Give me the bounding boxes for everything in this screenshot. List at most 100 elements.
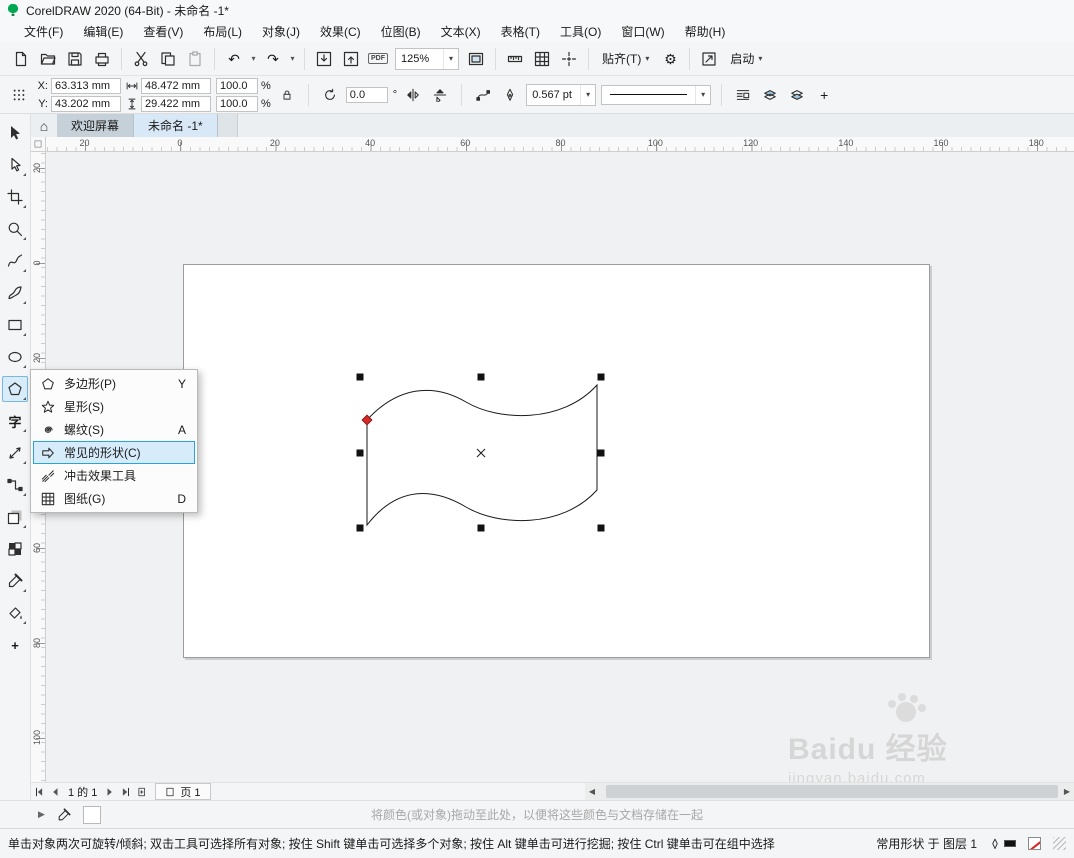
fill-none-indicator[interactable] <box>1028 837 1041 850</box>
show-guidelines-button[interactable] <box>556 46 582 72</box>
lock-ratio-button[interactable] <box>276 78 298 112</box>
artistic-media-tool[interactable] <box>2 280 28 306</box>
palette-eyedropper-icon[interactable] <box>57 807 71 822</box>
cut-button[interactable] <box>128 46 154 72</box>
object-height-field[interactable]: 29.422 mm <box>141 95 211 112</box>
freehand-tool[interactable] <box>2 248 28 274</box>
flyout-item-impact-tool[interactable]: 冲击效果工具 <box>33 464 195 487</box>
horizontal-scrollbar[interactable]: ◀ ▶ <box>585 783 1074 800</box>
import-button[interactable] <box>311 46 337 72</box>
scrollbar-track[interactable] <box>599 783 1060 800</box>
open-button[interactable] <box>35 46 61 72</box>
drawing-canvas[interactable]: Baidu 经验 jingyan.baidu.com <box>46 152 1074 782</box>
new-document-button[interactable] <box>8 46 34 72</box>
scrollbar-thumb[interactable] <box>606 785 1058 798</box>
menu-text[interactable]: 文本(X) <box>431 20 491 43</box>
launch-icon-button[interactable] <box>696 46 722 72</box>
tab-welcome-screen[interactable]: 欢迎屏幕 <box>57 114 135 137</box>
print-button[interactable] <box>89 46 115 72</box>
new-tab-stub[interactable] <box>217 114 238 137</box>
drop-shadow-tool[interactable] <box>2 504 28 530</box>
palette-expand-icon[interactable]: ▶ <box>38 809 45 820</box>
outline-color-indicator[interactable] <box>989 838 1016 850</box>
more-tools-button[interactable]: + <box>2 632 28 658</box>
ruler-origin-button[interactable] <box>31 137 46 152</box>
previous-page-button[interactable] <box>47 784 63 800</box>
propbar-more-button[interactable]: + <box>813 84 835 106</box>
scale-horizontal-field[interactable]: 100.0 <box>216 77 258 94</box>
ellipse-tool[interactable] <box>2 344 28 370</box>
y-position-field[interactable]: 43.202 mm <box>51 95 121 112</box>
outline-width-combo[interactable]: 0.567 pt ▾ <box>526 83 597 106</box>
redo-button[interactable]: ↷ <box>260 46 286 72</box>
next-page-button[interactable] <box>102 784 118 800</box>
flyout-item-star[interactable]: 星形(S) <box>33 395 195 418</box>
export-button[interactable] <box>338 46 364 72</box>
menu-object[interactable]: 对象(J) <box>252 20 310 43</box>
menu-file[interactable]: 文件(F) <box>14 20 73 43</box>
undo-dropdown[interactable]: ▾ <box>248 46 259 72</box>
palette-empty-swatch[interactable] <box>82 805 101 824</box>
zoom-tool[interactable] <box>2 216 28 242</box>
object-width-field[interactable]: 48.472 mm <box>141 77 211 94</box>
flyout-item-common-shapes[interactable]: 常见的形状(C) <box>33 441 195 464</box>
zoom-combo-caret[interactable]: ▾ <box>443 48 458 69</box>
flyout-item-spiral[interactable]: 螺纹(S) A <box>33 418 195 441</box>
last-page-button[interactable] <box>118 784 134 800</box>
menu-edit[interactable]: 编辑(E) <box>73 20 133 43</box>
rotation-angle-field[interactable]: 0.0 <box>345 86 388 103</box>
zoom-level-combo[interactable]: 125% ▾ <box>395 47 459 70</box>
mirror-vertical-button[interactable] <box>429 84 451 106</box>
tab-untitled-document[interactable]: 未命名 -1* <box>134 114 218 137</box>
connector-tool[interactable] <box>2 472 28 498</box>
flyout-item-polygon[interactable]: 多边形(P) Y <box>33 372 195 395</box>
undo-button[interactable]: ↶ <box>221 46 247 72</box>
home-icon[interactable]: ⌂ <box>31 114 57 137</box>
menu-tools[interactable]: 工具(O) <box>550 20 611 43</box>
publish-pdf-button[interactable]: PDF <box>365 46 391 72</box>
snap-to-dropdown[interactable]: 贴齐(T) ▾ <box>595 47 656 71</box>
to-front-of-layer-button[interactable] <box>786 84 808 106</box>
text-tool[interactable]: 字 <box>2 408 28 434</box>
transparency-tool[interactable] <box>2 536 28 562</box>
convert-to-curves-button[interactable] <box>472 84 494 106</box>
redo-dropdown[interactable]: ▾ <box>287 46 298 72</box>
rectangle-tool[interactable] <box>2 312 28 338</box>
copy-button[interactable] <box>155 46 181 72</box>
first-page-button[interactable] <box>31 784 47 800</box>
paste-button[interactable] <box>182 46 208 72</box>
menu-bitmaps[interactable]: 位图(B) <box>371 20 431 43</box>
outline-width-caret[interactable]: ▾ <box>580 84 595 105</box>
window-resize-grip[interactable] <box>1053 837 1066 850</box>
fullscreen-preview-button[interactable] <box>463 46 489 72</box>
options-gear-button[interactable]: ⚙ <box>657 46 683 72</box>
x-position-field[interactable]: 63.313 mm <box>51 77 121 94</box>
mirror-horizontal-button[interactable] <box>402 84 424 106</box>
dimension-tool[interactable] <box>2 440 28 466</box>
save-button[interactable] <box>62 46 88 72</box>
pick-tool[interactable] <box>2 120 28 146</box>
crop-tool[interactable] <box>2 184 28 210</box>
color-eyedropper-tool[interactable] <box>2 568 28 594</box>
to-back-of-layer-button[interactable] <box>759 84 781 106</box>
menu-view[interactable]: 查看(V) <box>133 20 193 43</box>
menu-help[interactable]: 帮助(H) <box>675 20 736 43</box>
shape-tool[interactable] <box>2 152 28 178</box>
menu-effects[interactable]: 效果(C) <box>310 20 371 43</box>
scroll-left-icon[interactable]: ◀ <box>585 783 599 800</box>
scale-vertical-field[interactable]: 100.0 <box>216 95 258 112</box>
polygon-tool[interactable] <box>2 376 28 402</box>
menu-layout[interactable]: 布局(L) <box>193 20 252 43</box>
interactive-fill-tool[interactable] <box>2 600 28 626</box>
flyout-item-graph-paper[interactable]: 图纸(G) D <box>33 487 195 510</box>
scroll-right-icon[interactable]: ▶ <box>1060 783 1074 800</box>
show-grid-button[interactable] <box>529 46 555 72</box>
add-page-button[interactable] <box>134 784 150 800</box>
wrap-text-button[interactable] <box>732 84 754 106</box>
flag-shape[interactable] <box>366 383 598 527</box>
launch-dropdown[interactable]: 启动 ▾ <box>723 47 769 71</box>
line-style-combo[interactable]: ▾ <box>601 84 712 105</box>
page-1-tab[interactable]: 页 1 <box>155 783 211 800</box>
menu-table[interactable]: 表格(T) <box>491 20 550 43</box>
line-style-caret[interactable]: ▾ <box>695 85 710 104</box>
